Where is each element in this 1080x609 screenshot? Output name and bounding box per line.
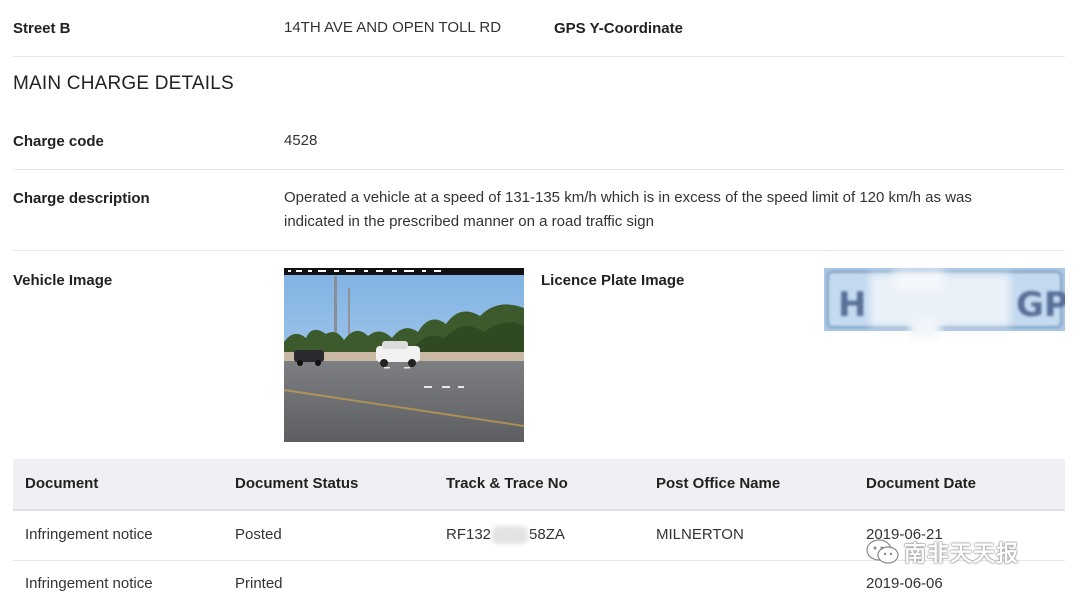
col-document: Document xyxy=(25,475,99,492)
charge-description-label: Charge description xyxy=(13,190,150,207)
charge-description-row: Charge description Operated a vehicle at… xyxy=(13,170,1065,251)
cell-status: Printed xyxy=(235,575,283,592)
section-title: MAIN CHARGE DETAILS xyxy=(13,73,234,94)
track-prefix: RF132 xyxy=(446,526,492,543)
charge-code-row: Charge code 4528 xyxy=(13,113,1065,170)
charge-description-value: Operated a vehicle at a speed of 131-135… xyxy=(284,186,972,234)
cell-status: Posted xyxy=(235,526,282,543)
col-document-date: Document Date xyxy=(866,475,977,492)
track-suffix: 58ZA xyxy=(529,526,565,543)
col-post-office: Post Office Name xyxy=(656,475,781,492)
charge-code-value: 4528 xyxy=(284,132,318,149)
cell-document: Infringement notice xyxy=(25,526,153,543)
licence-plate-image[interactable]: H GP xyxy=(824,268,1069,338)
watermark-text: 南非天天报 xyxy=(904,541,1020,566)
col-track-trace: Track & Trace No xyxy=(446,475,568,492)
vehicle-image-label: Vehicle Image xyxy=(13,272,113,289)
plate-char-left: H xyxy=(838,285,866,325)
gps-y-label: GPS Y-Coordinate xyxy=(554,20,683,37)
charge-description-line-2: indicated in the prescribed manner on a … xyxy=(284,213,654,230)
vehicle-image[interactable] xyxy=(284,268,524,442)
cell-post-office: MILNERTON xyxy=(656,526,744,543)
licence-plate-image-label: Licence Plate Image xyxy=(541,272,685,289)
wechat-icon xyxy=(866,538,900,572)
redaction-blur xyxy=(492,526,529,545)
watermark: 南非天天报 xyxy=(866,536,1019,572)
charge-description-line-1: Operated a vehicle at a speed of 131-135… xyxy=(284,189,972,206)
table-header: Document Document Status Track & Trace N… xyxy=(13,459,1065,511)
charge-code-label: Charge code xyxy=(13,133,104,150)
plate-char-right: GP xyxy=(1016,285,1065,325)
col-document-status: Document Status xyxy=(235,475,359,492)
cell-date: 2019-06-06 xyxy=(866,575,943,592)
street-b-value: 14TH AVE AND OPEN TOLL RD xyxy=(284,19,502,36)
cell-document: Infringement notice xyxy=(25,575,153,592)
street-b-label: Street B xyxy=(13,20,71,37)
cell-track-trace: RF132 58ZA xyxy=(446,526,565,545)
street-b-row: Street B 14TH AVE AND OPEN TOLL RD GPS Y… xyxy=(13,0,1065,57)
